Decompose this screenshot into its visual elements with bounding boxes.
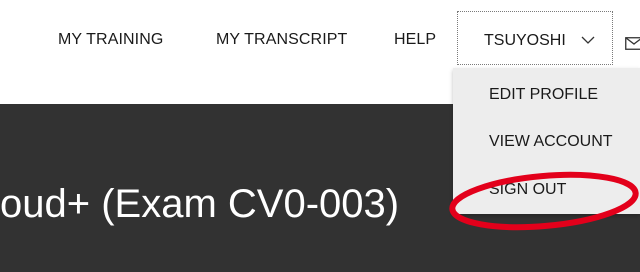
user-menu-button[interactable]: TSUYOSHI xyxy=(457,11,613,65)
user-dropdown-menu: EDIT PROFILE VIEW ACCOUNT SIGN OUT xyxy=(453,68,640,214)
menu-item-view-account[interactable]: VIEW ACCOUNT xyxy=(489,133,613,151)
chevron-down-icon xyxy=(581,36,595,44)
nav-my-training-link[interactable]: MY TRAINING xyxy=(58,31,163,49)
course-title: oud+ (Exam CV0-003) xyxy=(0,182,400,226)
mail-icon[interactable] xyxy=(625,37,640,50)
menu-item-edit-profile[interactable]: EDIT PROFILE xyxy=(489,86,598,104)
nav-my-transcript-link[interactable]: MY TRANSCRIPT xyxy=(216,31,347,49)
nav-help-link[interactable]: HELP xyxy=(394,31,436,49)
user-name-label: TSUYOSHI xyxy=(484,32,566,49)
menu-item-sign-out[interactable]: SIGN OUT xyxy=(489,181,566,199)
